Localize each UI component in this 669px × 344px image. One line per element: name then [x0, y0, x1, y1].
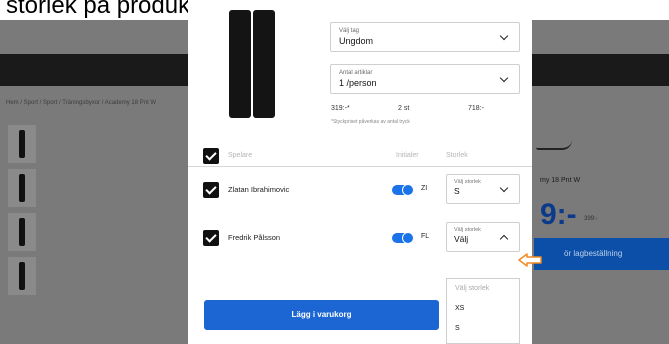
team-order-button[interactable]: ör lagbeställning	[534, 238, 669, 270]
column-player: Spelare	[228, 152, 253, 159]
quantity-select[interactable]: Antal artiklar 1 /person	[330, 64, 520, 94]
product-image	[227, 10, 277, 118]
player-row: Fredrik Pålsson FL Välj storlek Välj	[188, 218, 532, 258]
thumbnail[interactable]	[8, 169, 36, 207]
size-select-open[interactable]: Välj storlek Välj	[446, 222, 520, 252]
price-note: *Styckpriset påverkas av antal tryck	[331, 119, 410, 125]
size-select[interactable]: Välj storlek S	[446, 174, 520, 204]
column-size: Storlek	[446, 152, 468, 159]
thumbnail[interactable]	[8, 125, 36, 163]
thumbnail[interactable]	[8, 213, 36, 251]
brand-logo-icon	[536, 140, 572, 150]
player-initials: ZI	[421, 185, 428, 192]
old-price: 399:-	[584, 216, 598, 222]
size-dropdown-menu: Välj storlek XS S	[446, 278, 520, 344]
tag-select-value: Ungdom	[339, 36, 374, 46]
initials-toggle[interactable]	[392, 184, 414, 196]
player-row: Zlatan Ibrahimovic ZI Välj storlek S	[188, 170, 532, 210]
player-name: Fredrik Pålsson	[228, 233, 281, 242]
product-price: 9:-	[540, 198, 577, 231]
breadcrumb: Hem / Sport / Sport / Träningsbyxor / Ac…	[6, 100, 157, 106]
highlight-arrow-icon	[518, 253, 542, 267]
team-order-modal: Välj tag Ungdom Antal artiklar 1 /person…	[188, 0, 542, 344]
dropdown-option-s[interactable]: S	[447, 319, 519, 339]
unit-price: 319:-*	[331, 105, 350, 112]
player-checkbox[interactable]	[203, 230, 219, 246]
tag-select-label: Välj tag	[339, 28, 360, 34]
select-all-checkbox[interactable]	[203, 148, 219, 164]
add-to-cart-button[interactable]: Lägg i varukorg	[204, 300, 439, 330]
player-name: Zlatan Ibrahimovic	[228, 185, 290, 194]
player-table-header: Spelare Initialer Storlek	[188, 148, 532, 166]
divider	[188, 166, 532, 167]
product-title: my 18 Pnt W	[540, 177, 581, 184]
thumbnail-list	[8, 125, 36, 301]
player-checkbox[interactable]	[203, 182, 219, 198]
column-initials: Initialer	[396, 152, 419, 159]
item-count: 2 st	[398, 105, 410, 112]
total-price: 718:-	[468, 105, 484, 112]
player-initials: FL	[421, 233, 430, 240]
quantity-select-value: 1 /person	[339, 78, 377, 88]
dropdown-option-xs[interactable]: XS	[447, 299, 519, 319]
tag-select[interactable]: Välj tag Ungdom	[330, 22, 520, 52]
thumbnail[interactable]	[8, 257, 36, 295]
dropdown-option-placeholder[interactable]: Välj storlek	[447, 279, 519, 299]
initials-toggle[interactable]	[392, 232, 414, 244]
size-select-label: Välj storlek	[454, 227, 481, 233]
quantity-select-label: Antal artiklar	[339, 70, 373, 76]
